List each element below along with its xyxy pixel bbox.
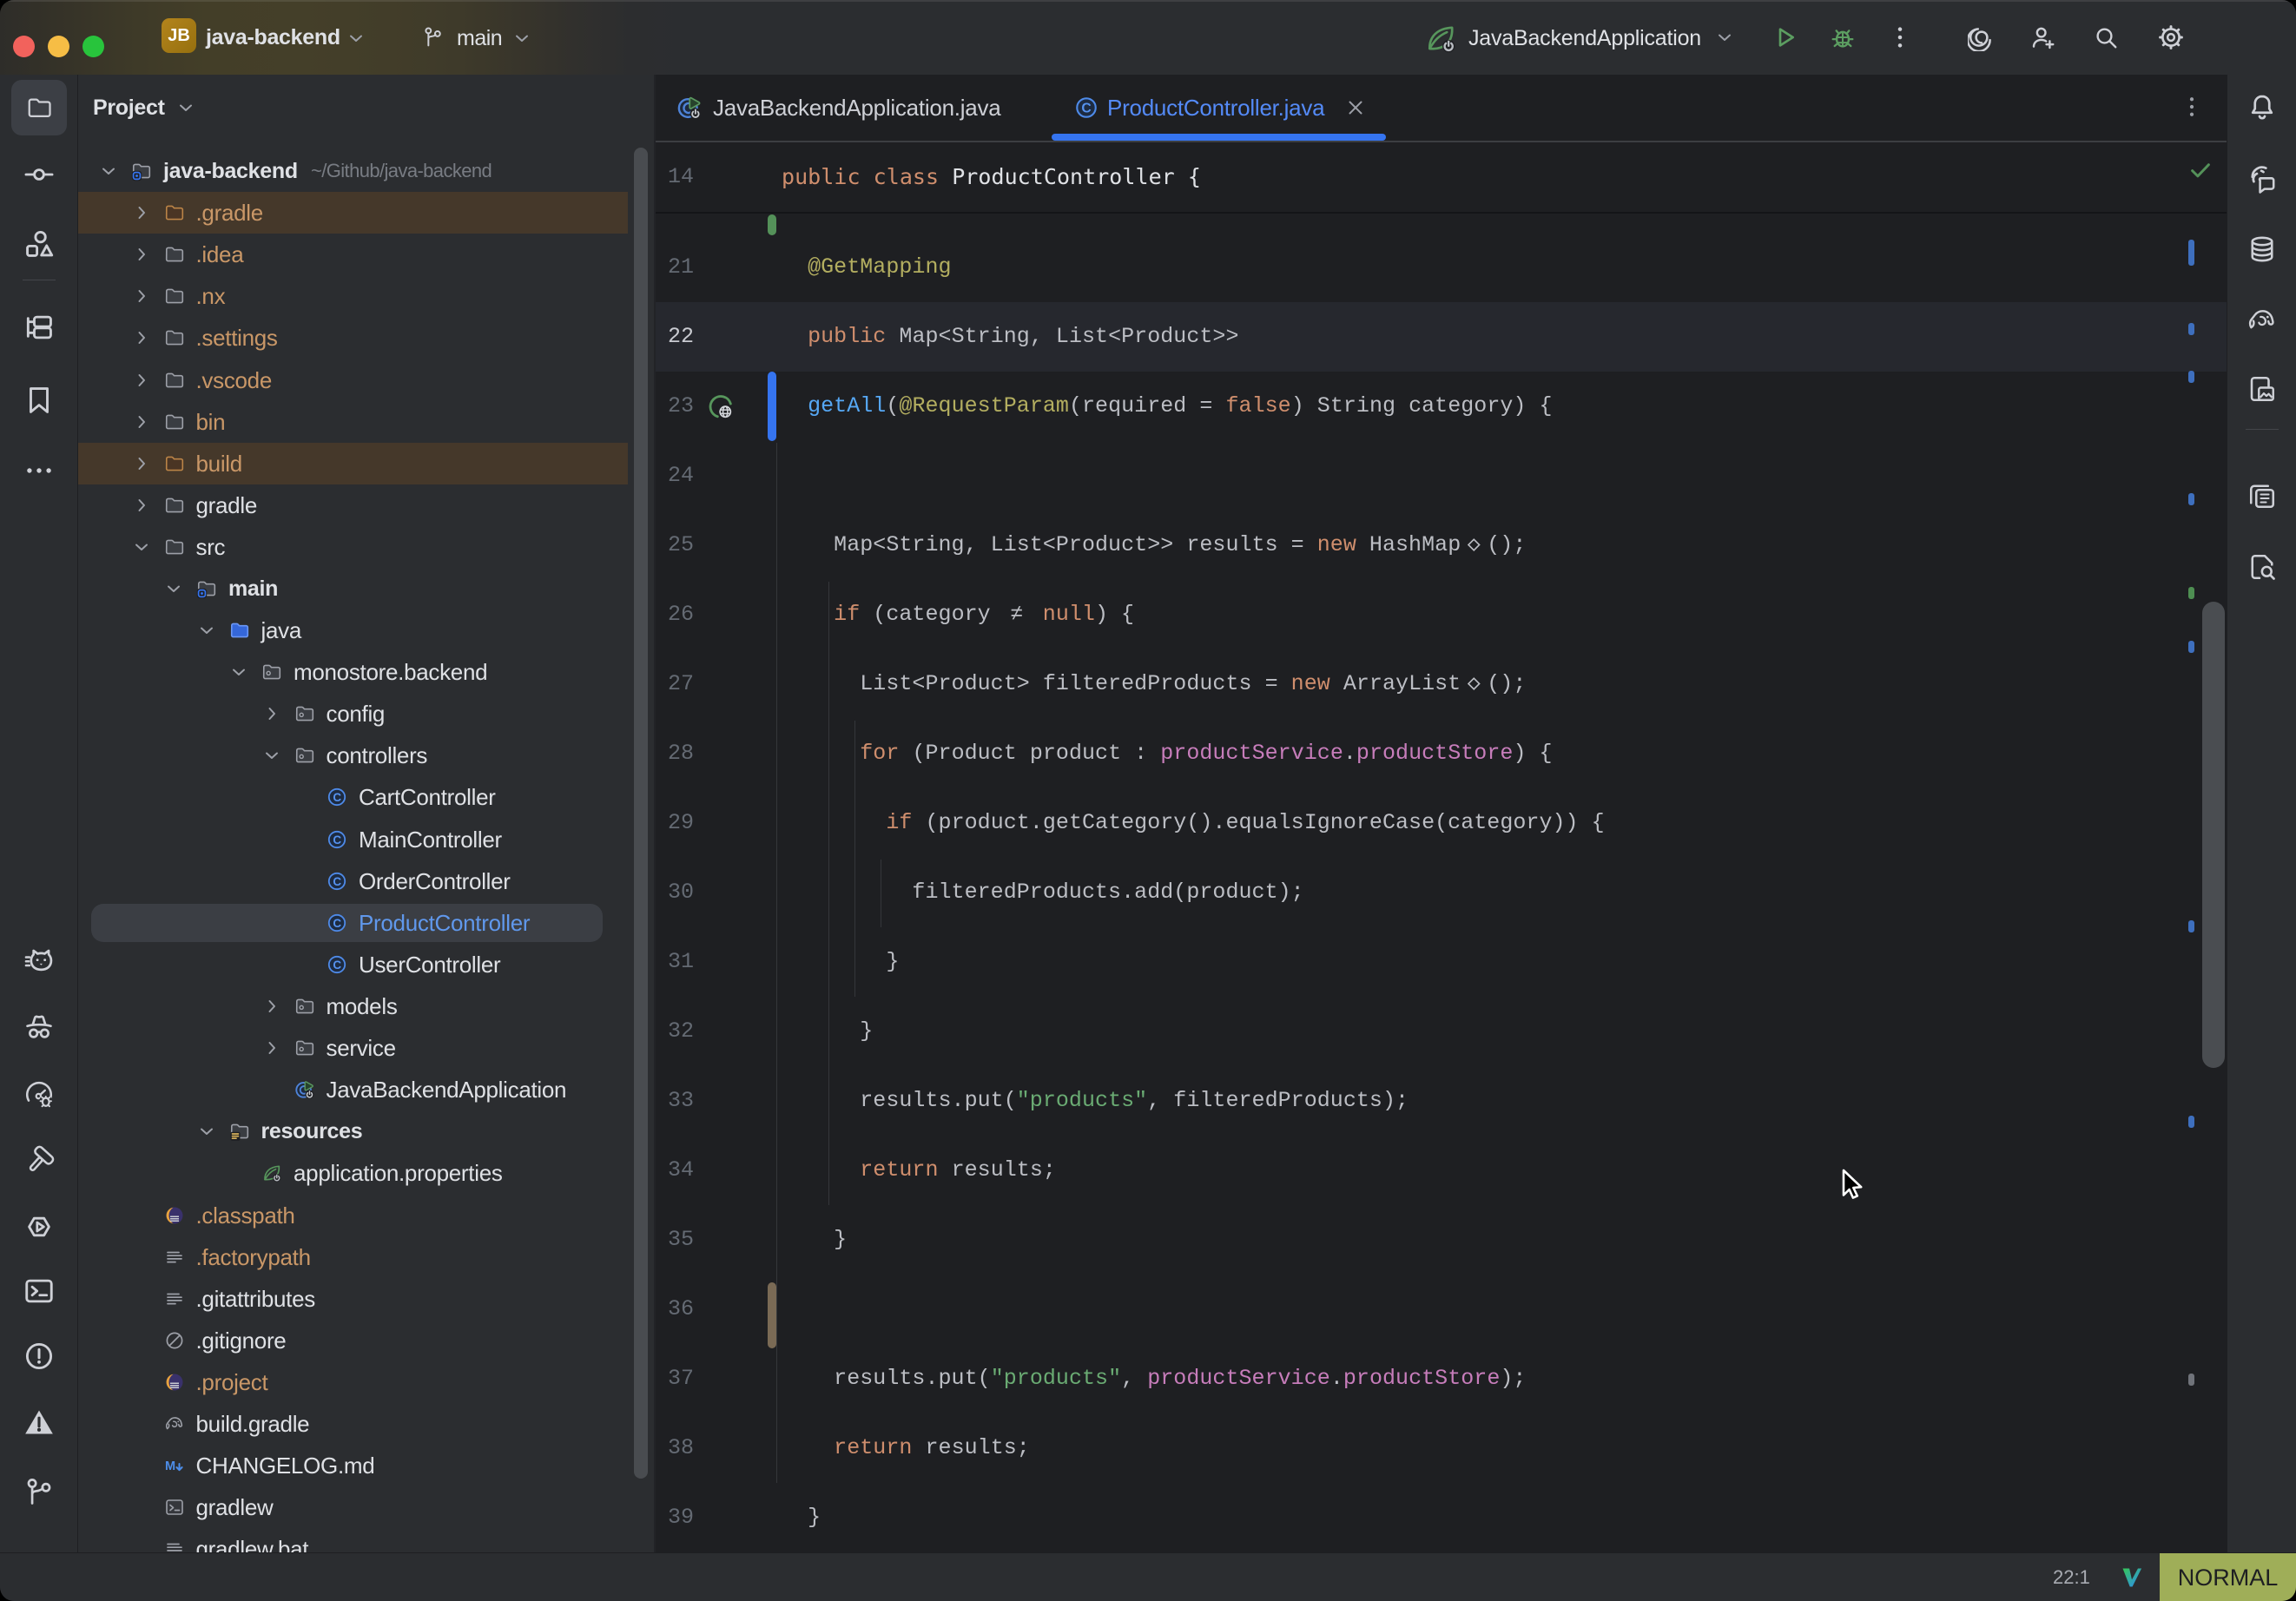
svg-text:C: C <box>1081 102 1091 116</box>
svg-text:M: M <box>165 1459 175 1473</box>
svg-text:C: C <box>333 791 341 804</box>
svg-text:C: C <box>333 833 341 847</box>
svg-text:C: C <box>333 917 341 930</box>
svg-text:C: C <box>333 875 341 888</box>
svg-text:C: C <box>333 959 341 972</box>
